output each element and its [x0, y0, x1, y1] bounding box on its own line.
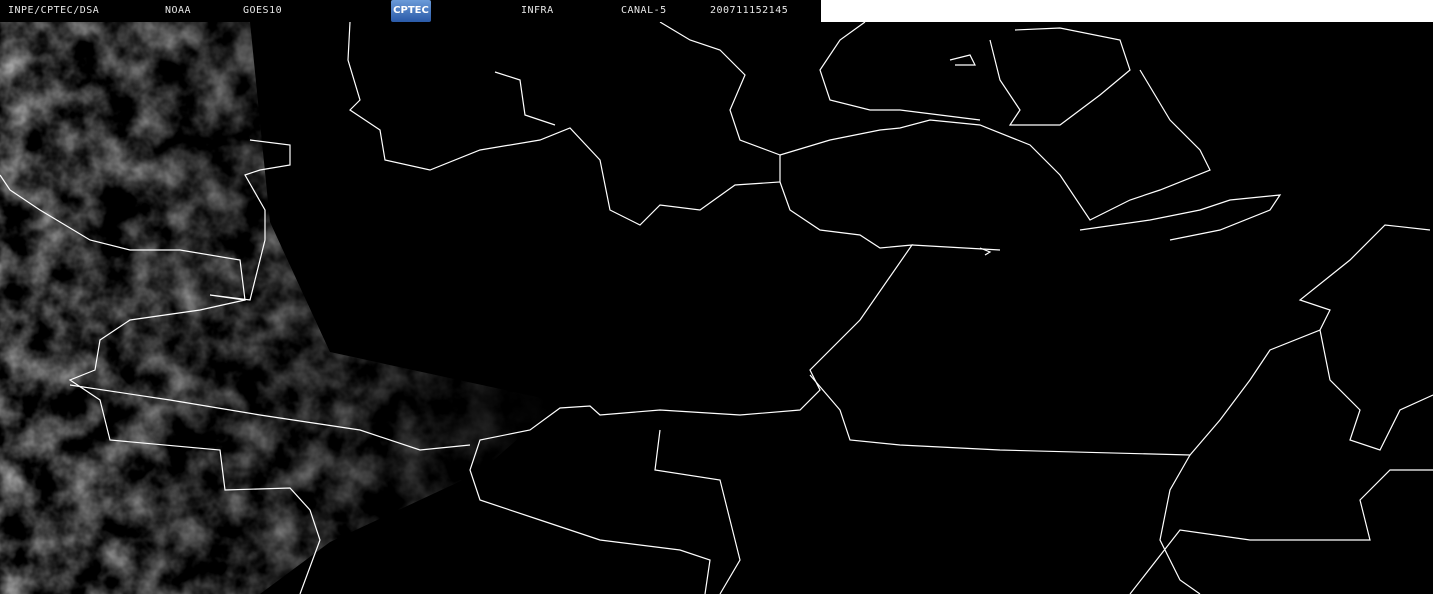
channel-label: CANAL-5 — [621, 5, 667, 16]
institution-label: INPE/CPTEC/DSA — [8, 5, 100, 16]
image-header: INPE/CPTEC/DSA NOAA GOES10 CPTEC INFRA C… — [0, 0, 821, 22]
header-blank-area — [821, 0, 1433, 22]
agency-label: NOAA — [165, 5, 192, 16]
cptec-logo: CPTEC — [391, 0, 431, 22]
political-borders — [0, 21, 1433, 594]
band-type-label: INFRA — [521, 5, 554, 16]
satellite-label: GOES10 — [243, 5, 283, 16]
satellite-image-viewer: INPE/CPTEC/DSA NOAA GOES10 CPTEC INFRA C… — [0, 0, 1433, 594]
datetime-label: 200711152145 — [710, 5, 789, 16]
